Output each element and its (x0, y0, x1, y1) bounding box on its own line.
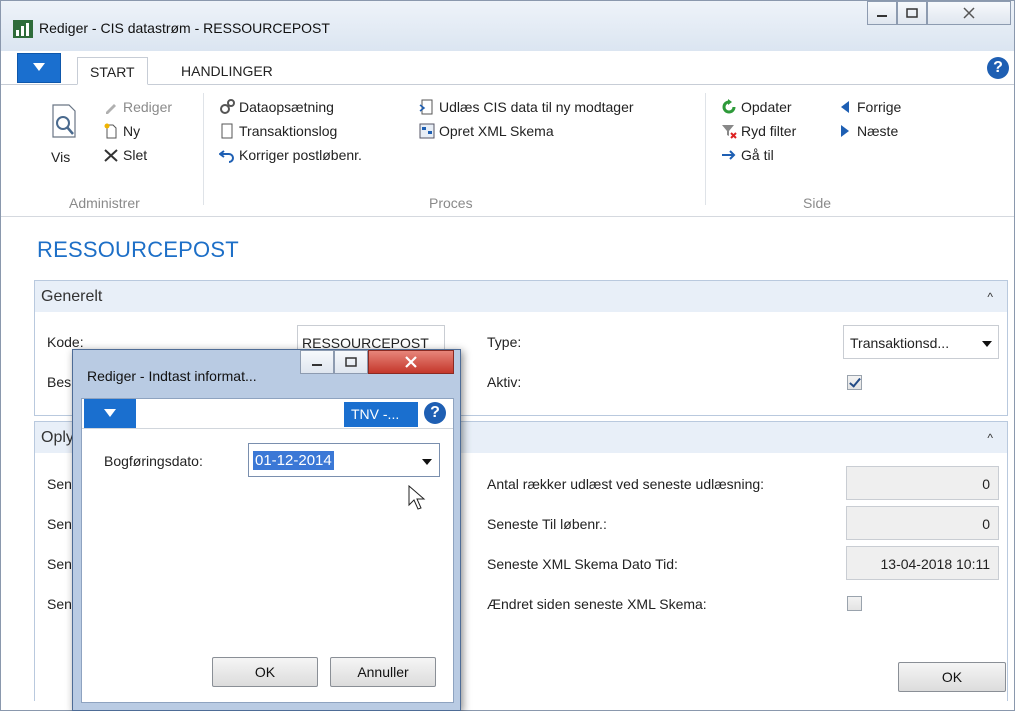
group-label-proces: Proces (429, 195, 473, 211)
tab-start[interactable]: START (77, 57, 148, 85)
app-menu-button[interactable] (17, 53, 61, 83)
tab-handlinger[interactable]: HANDLINGER (169, 57, 285, 85)
korriger-button[interactable]: Korriger postløbenr. (219, 145, 362, 165)
bogfoeringsdato-field[interactable]: 01-12-2014 (248, 443, 440, 477)
chevron-down-icon (982, 341, 992, 347)
previous-arrow-icon (841, 101, 849, 113)
type-label: Type: (487, 334, 522, 350)
document-icon (221, 123, 233, 139)
left-field-label: Sen (47, 476, 72, 492)
group-label-administrer: Administrer (69, 195, 140, 211)
maximize-icon (345, 357, 357, 367)
chevron-down-icon (104, 409, 116, 417)
antal-label: Antal rækker udlæst ved seneste udlæsnin… (487, 476, 765, 492)
mouse-cursor-icon (408, 485, 426, 510)
ny-button[interactable]: Ny (103, 121, 140, 141)
maximize-button[interactable] (897, 1, 927, 25)
opdater-button[interactable]: Opdater (721, 97, 792, 117)
dialog-minimize-button[interactable] (300, 350, 334, 374)
pencil-icon (106, 104, 116, 114)
kode-label: Kode: (47, 334, 84, 350)
udlaes-button[interactable]: Udlæs CIS data til ny modtager (419, 97, 634, 117)
vis-label: Vis (51, 149, 71, 165)
gears-icon (220, 99, 235, 114)
close-button[interactable] (927, 1, 1011, 25)
clear-filter-icon (722, 125, 737, 139)
ryd-filter-button[interactable]: Ryd filter (721, 121, 796, 141)
dialog-cancel-button[interactable]: Annuller (330, 657, 436, 687)
opret-xml-button[interactable]: Opret XML Skema (419, 121, 554, 141)
app-icon (13, 20, 33, 38)
group-label-side: Side (803, 195, 832, 211)
dialog-ok-button[interactable]: OK (212, 657, 318, 687)
dialog-window: Rediger - Indtast informat... TNV -... ?… (72, 349, 461, 711)
next-arrow-icon (841, 125, 849, 137)
dialog-title: Rediger - Indtast informat... (87, 368, 257, 384)
forrige-button[interactable]: Forrige (837, 97, 901, 117)
rediger-button[interactable]: Rediger (103, 97, 172, 117)
window-title: Rediger - CIS datastrøm - RESSOURCEPOST (39, 20, 330, 36)
section-title: Generelt (41, 288, 103, 305)
xml-dato-field: 13-04-2018 10:11 (846, 546, 999, 580)
close-icon (405, 356, 417, 368)
til-loebenr-label: Seneste Til løbenr.: (487, 516, 607, 532)
bogfoeringsdato-value: 01-12-2014 (253, 451, 334, 470)
slet-button[interactable]: Slet (103, 145, 147, 165)
dialog-close-button[interactable] (368, 350, 454, 374)
group-separator (705, 93, 706, 205)
left-field-label: Sen (47, 516, 72, 532)
dataopsaetning-button[interactable]: Dataopsætning (219, 97, 334, 117)
dialog-toolbar: TNV -... ? (82, 399, 453, 429)
export-document-icon (419, 99, 433, 115)
gaa-til-button[interactable]: Gå til (721, 145, 774, 165)
close-icon (963, 7, 975, 19)
beskrivelse-label: Bes (47, 374, 72, 390)
minimize-button[interactable] (867, 1, 897, 25)
dialog-client: TNV -... ? Bogføringsdato: 01-12-2014 OK… (81, 398, 454, 703)
group-separator (203, 93, 204, 205)
dialog-menu-button[interactable] (84, 399, 136, 428)
help-icon[interactable]: ? (987, 57, 1009, 79)
undo-arrow-icon (219, 150, 234, 163)
view-document-icon (52, 104, 76, 138)
antal-field: 0 (846, 466, 999, 500)
aendret-label: Ændret siden seneste XML Skema: (487, 596, 707, 612)
ribbon-tabs: START HANDLINGER ? (1, 51, 1014, 85)
transaktionslog-button[interactable]: Transaktionslog (219, 121, 337, 141)
collapse-caret-icon[interactable]: ^ (987, 431, 993, 445)
til-loebenr-field: 0 (846, 506, 999, 540)
collapse-caret-icon[interactable]: ^ (987, 290, 993, 304)
delete-icon (104, 149, 118, 162)
left-field-label: Sen (47, 596, 72, 612)
chevron-down-icon (33, 63, 45, 71)
vis-button[interactable] (47, 103, 81, 143)
type-dropdown[interactable]: Transaktionsd... (843, 325, 999, 359)
arrow-right-icon (722, 150, 736, 160)
left-field-label: Sen (47, 556, 72, 572)
maximize-icon (906, 8, 918, 18)
ok-button[interactable]: OK (898, 662, 1006, 692)
minimize-icon (877, 15, 887, 17)
dialog-maximize-button[interactable] (334, 350, 368, 374)
xml-schema-icon (419, 123, 435, 139)
type-value: Transaktionsd... (850, 335, 950, 351)
title-bar: Rediger - CIS datastrøm - RESSOURCEPOST (1, 1, 1014, 51)
xml-dato-label: Seneste XML Skema Dato Tid: (487, 556, 678, 572)
tnv-button[interactable]: TNV -... (344, 402, 418, 427)
refresh-icon (722, 99, 736, 114)
aktiv-checkbox[interactable] (847, 375, 862, 390)
aendret-checkbox (847, 596, 862, 611)
chevron-down-icon[interactable] (422, 459, 432, 465)
minimize-icon (312, 364, 322, 366)
page-title: RESSOURCEPOST (37, 237, 239, 262)
aktiv-label: Aktiv: (487, 374, 522, 390)
bogfoeringsdato-label: Bogføringsdato: (104, 453, 203, 469)
help-icon[interactable]: ? (424, 402, 446, 424)
ribbon: Vis Rediger Ny Slet Administrer Dataopsæ… (1, 85, 1014, 217)
new-document-icon (104, 123, 117, 139)
section-title: Oply (41, 429, 74, 446)
section-header-generelt[interactable]: Generelt ^ (35, 281, 1007, 312)
naeste-button[interactable]: Næste (837, 121, 898, 141)
